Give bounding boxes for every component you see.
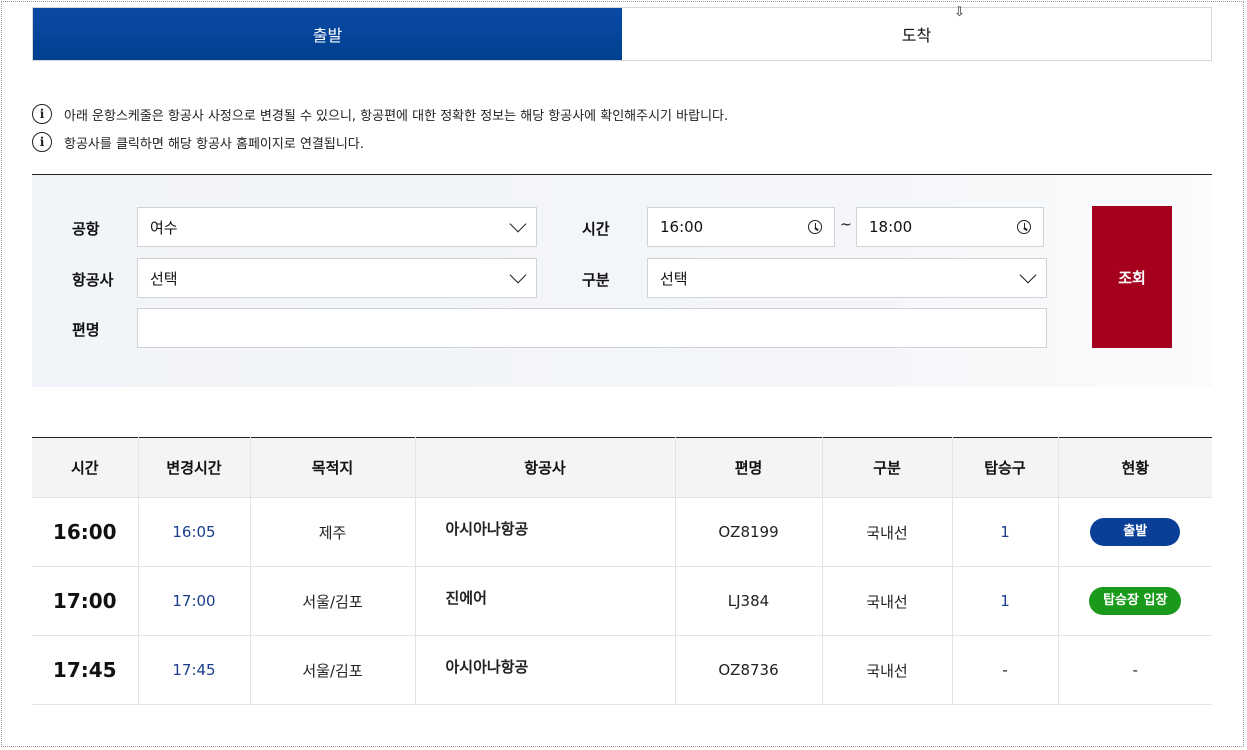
tab-arrival[interactable]: 도착 (622, 8, 1211, 60)
cell-time: 16:00 (32, 497, 139, 567)
airport-select[interactable]: 여수 (137, 207, 537, 247)
search-panel: 공항 여수 시간 16:00 ~ 18:00 항공사 선택 구분 선택 편명 조… (32, 174, 1212, 387)
airline-link[interactable]: 아시아나항공 (415, 497, 676, 567)
tab-departure[interactable]: 출발 (33, 8, 622, 60)
cell-status: 출발 (1058, 497, 1212, 567)
notice-item: i 항공사를 클릭하면 해당 항공사 홈페이지로 연결됩니다. (32, 128, 728, 156)
time-to-value: 18:00 (869, 218, 913, 236)
time-label: 시간 (582, 220, 610, 238)
flight-table: 시간 변경시간 목적지 항공사 편명 구분 탑승구 현황 16:00 16:05… (32, 437, 1212, 705)
type-value: 선택 (660, 269, 688, 288)
cell-changed-time: 17:45 (138, 635, 251, 705)
cell-gate: - (952, 635, 1059, 705)
airline-select[interactable]: 선택 (137, 258, 537, 298)
header-destination: 목적지 (250, 437, 416, 498)
airline-link[interactable]: 진에어 (415, 566, 676, 636)
airport-value: 여수 (150, 218, 178, 237)
airline-value: 선택 (150, 269, 178, 288)
cell-changed-time: 17:00 (138, 566, 251, 636)
header-airline: 항공사 (415, 437, 676, 498)
search-button[interactable]: 조회 (1092, 206, 1172, 348)
table-row: 17:00 17:00 서울/김포 진에어 LJ384 국내선 1 탑승장 입장 (32, 566, 1212, 636)
status-badge: 탑승장 입장 (1089, 587, 1182, 615)
chevron-down-icon (1019, 266, 1037, 284)
table-header-row: 시간 변경시간 목적지 항공사 편명 구분 탑승구 현황 (32, 437, 1212, 498)
header-type: 구분 (822, 437, 953, 498)
header-changed-time: 변경시간 (138, 437, 251, 498)
clock-icon (808, 220, 822, 234)
type-select[interactable]: 선택 (647, 258, 1047, 298)
cell-time: 17:45 (32, 635, 139, 705)
airline-label: 항공사 (72, 271, 114, 289)
cell-flight: OZ8199 (675, 497, 823, 567)
cell-destination: 서울/김포 (250, 635, 416, 705)
cell-flight: OZ8736 (675, 635, 823, 705)
notice-text: 항공사를 클릭하면 해당 항공사 홈페이지로 연결됩니다. (64, 136, 364, 152)
clock-icon (1017, 220, 1031, 234)
time-from-input[interactable]: 16:00 (647, 207, 835, 247)
time-separator: ~ (840, 217, 852, 233)
notice-item: i 아래 운항스케줄은 항공사 사정으로 변경될 수 있으니, 항공편에 대한 … (32, 100, 728, 128)
header-status: 현황 (1058, 437, 1212, 498)
mouse-cursor-icon: ⇩ (954, 5, 965, 20)
cell-changed-time: 16:05 (138, 497, 251, 567)
type-label: 구분 (582, 271, 610, 289)
cell-flight: LJ384 (675, 566, 823, 636)
cell-type: 국내선 (822, 635, 953, 705)
notice-text: 아래 운항스케줄은 항공사 사정으로 변경될 수 있으니, 항공편에 대한 정확… (64, 108, 729, 124)
flight-label: 편명 (72, 321, 100, 339)
chevron-down-icon (509, 266, 527, 284)
cell-gate: 1 (952, 566, 1059, 636)
cell-destination: 서울/김포 (250, 566, 416, 636)
time-to-input[interactable]: 18:00 (856, 207, 1044, 247)
direction-tabs: 출발 도착 (32, 7, 1212, 61)
airline-link[interactable]: 아시아나항공 (415, 635, 676, 705)
airport-label: 공항 (72, 220, 100, 238)
header-time: 시간 (32, 437, 139, 498)
notice-list: i 아래 운항스케줄은 항공사 사정으로 변경될 수 있으니, 항공편에 대한 … (32, 100, 728, 156)
status-badge: 출발 (1090, 518, 1181, 546)
cell-time: 17:00 (32, 566, 139, 636)
cell-status: 탑승장 입장 (1058, 566, 1212, 636)
cell-gate: 1 (952, 497, 1059, 567)
header-flight: 편명 (675, 437, 823, 498)
header-gate: 탑승구 (952, 437, 1059, 498)
info-icon: i (32, 132, 52, 152)
chevron-down-icon (509, 215, 527, 233)
flight-input[interactable] (137, 308, 1047, 348)
cell-type: 국내선 (822, 497, 953, 567)
table-row: 17:45 17:45 서울/김포 아시아나항공 OZ8736 국내선 - - (32, 635, 1212, 705)
table-row: 16:00 16:05 제주 아시아나항공 OZ8199 국내선 1 출발 (32, 497, 1212, 567)
info-icon: i (32, 104, 52, 124)
cell-type: 국내선 (822, 566, 953, 636)
cell-destination: 제주 (250, 497, 416, 567)
time-from-value: 16:00 (660, 218, 704, 236)
cell-status: - (1058, 635, 1212, 705)
